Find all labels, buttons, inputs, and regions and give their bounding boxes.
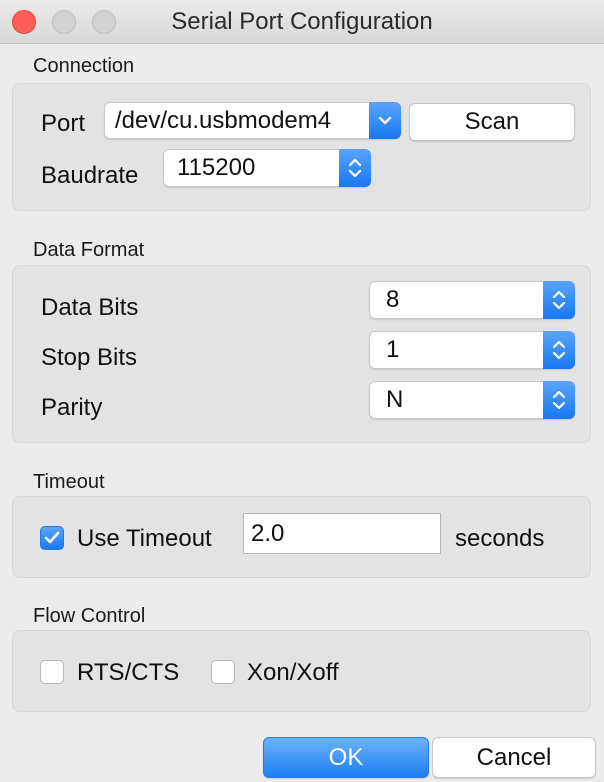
timeout-section-label: Timeout: [33, 471, 105, 493]
flow-control-section-label: Flow Control: [33, 605, 146, 627]
title-bar: Serial Port Configuration: [0, 0, 604, 44]
chevron-down-icon: [369, 102, 401, 139]
port-select-value: /dev/cu.usbmodem4: [115, 107, 332, 134]
chevron-up-down-icon: [543, 331, 575, 369]
data-bits-label: Data Bits: [41, 294, 139, 321]
chevron-up-down-icon: [543, 281, 575, 319]
baudrate-select[interactable]: 115200: [163, 149, 371, 187]
stop-bits-select-value: 1: [386, 336, 400, 363]
scan-button[interactable]: Scan: [409, 103, 575, 141]
cancel-button[interactable]: Cancel: [432, 737, 596, 778]
data-bits-select-value: 8: [386, 286, 400, 313]
use-timeout-checkbox[interactable]: [40, 526, 64, 550]
connection-section-label: Connection: [33, 55, 135, 77]
chevron-up-down-icon: [339, 149, 371, 187]
baudrate-select-value: 115200: [177, 154, 256, 181]
parity-select-value: N: [386, 386, 404, 413]
data-bits-select[interactable]: 8: [369, 281, 575, 319]
baudrate-label: Baudrate: [41, 162, 139, 189]
port-label: Port: [41, 110, 86, 137]
parity-select[interactable]: N: [369, 381, 575, 419]
rtscts-label[interactable]: RTS/CTS: [77, 659, 179, 687]
stop-bits-label: Stop Bits: [41, 344, 138, 371]
chevron-up-down-icon: [543, 381, 575, 419]
rtscts-checkbox[interactable]: [40, 660, 64, 684]
ok-button[interactable]: OK: [263, 737, 429, 778]
window-title: Serial Port Configuration: [171, 8, 433, 35]
timeout-input[interactable]: [243, 513, 441, 554]
parity-label: Parity: [41, 394, 103, 421]
stop-bits-select[interactable]: 1: [369, 331, 575, 369]
data-format-section-label: Data Format: [33, 239, 145, 261]
xonxoff-checkbox[interactable]: [211, 660, 235, 684]
port-select[interactable]: /dev/cu.usbmodem4: [104, 102, 401, 139]
use-timeout-label[interactable]: Use Timeout: [77, 525, 212, 553]
xonxoff-label[interactable]: Xon/Xoff: [247, 659, 339, 687]
timeout-unit-label: seconds: [455, 525, 545, 552]
checkmark-icon: [44, 531, 60, 544]
